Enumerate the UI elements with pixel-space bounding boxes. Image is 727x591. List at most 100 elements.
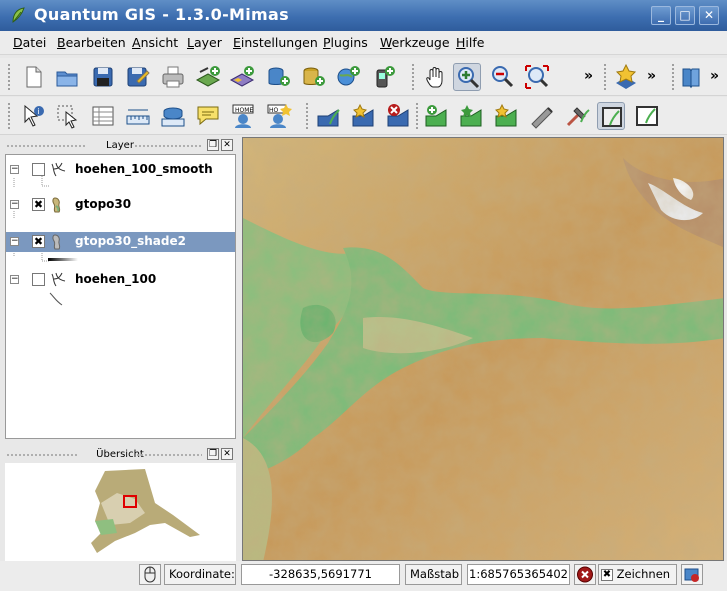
- open-project-icon[interactable]: [53, 63, 81, 91]
- render-toggle[interactable]: ✖ Zeichnen: [598, 564, 677, 585]
- menu-einstellungen[interactable]: Einstellungen: [233, 35, 318, 50]
- layer-row-selected[interactable]: − ✖ gtopo30_shade2: [6, 232, 235, 252]
- select-features-icon[interactable]: [54, 102, 82, 130]
- toolbar-grip[interactable]: [7, 63, 11, 91]
- add-raster-layer-icon[interactable]: [228, 63, 256, 91]
- menu-layer[interactable]: Layer: [187, 35, 222, 50]
- help-contents-icon[interactable]: [677, 63, 705, 91]
- overview-map[interactable]: [5, 463, 236, 561]
- collapse-toggle[interactable]: −: [10, 165, 19, 174]
- show-all-layers-icon[interactable]: [458, 102, 486, 130]
- toolbar-grip[interactable]: [7, 102, 11, 130]
- toolbar-grip[interactable]: [411, 63, 415, 91]
- dock-float-button[interactable]: ❐: [207, 139, 219, 151]
- overview-dock-header: Übersicht ❐ ✕: [4, 447, 236, 463]
- dock-close-button[interactable]: ✕: [221, 139, 233, 151]
- menu-hilfe[interactable]: Hilfe: [456, 35, 484, 50]
- maximize-button[interactable]: □: [675, 6, 695, 25]
- layer-name: gtopo30_shade2: [75, 234, 186, 248]
- new-vector-layer-icon[interactable]: [315, 102, 343, 130]
- layer-panel: − hoehen_100_smooth − ✖ gtopo30 − ✖ gtop…: [5, 154, 236, 439]
- raster-layer-icon: [52, 197, 61, 213]
- map-tips-icon[interactable]: [194, 102, 222, 130]
- measure-area-icon[interactable]: [159, 102, 187, 130]
- coordinate-field[interactable]: -328635,5691771: [241, 564, 400, 585]
- projection-status-icon[interactable]: [681, 564, 703, 585]
- identify-icon[interactable]: i: [19, 102, 47, 130]
- layer-name: gtopo30: [75, 197, 132, 211]
- map-overview-icon[interactable]: [633, 102, 661, 130]
- mouse-icon[interactable]: [139, 564, 161, 585]
- layer-row[interactable]: − hoehen_100: [6, 270, 235, 290]
- layer-visibility-checkbox[interactable]: ✖: [32, 198, 45, 211]
- layer-visibility-checkbox[interactable]: [32, 163, 45, 176]
- menu-bar: Datei Bearbeiten Ansicht Layer Einstellu…: [0, 31, 727, 55]
- add-postgis-layer-icon[interactable]: [264, 63, 292, 91]
- collapse-toggle[interactable]: −: [10, 237, 19, 246]
- menu-plugins[interactable]: Plugins: [323, 35, 368, 50]
- toggle-editing-icon[interactable]: [563, 102, 591, 130]
- add-all-to-overview-icon[interactable]: [423, 102, 451, 130]
- measure-line-icon[interactable]: [124, 102, 152, 130]
- zoom-out-icon[interactable]: [488, 63, 516, 91]
- toolbar-grip[interactable]: [415, 102, 419, 130]
- pan-icon[interactable]: [421, 63, 449, 91]
- toolbar-grip[interactable]: [603, 63, 607, 91]
- scale-field[interactable]: 1:685765365402: [467, 564, 570, 585]
- new-project-icon[interactable]: [19, 63, 47, 91]
- layer-visibility-checkbox[interactable]: ✖: [32, 235, 45, 248]
- new-bookmark-icon[interactable]: [612, 63, 640, 91]
- layer-row[interactable]: − hoehen_100_smooth: [6, 160, 235, 180]
- add-spatialite-layer-icon[interactable]: [299, 63, 327, 91]
- layer-dock-title: Layer: [106, 140, 134, 151]
- overview-alaska-shape: [91, 469, 200, 553]
- print-icon[interactable]: [159, 63, 187, 91]
- minimize-button[interactable]: _: [651, 6, 671, 25]
- layer-name: hoehen_100: [75, 272, 157, 286]
- add-wms-layer-icon[interactable]: [334, 63, 362, 91]
- menu-bearbeiten[interactable]: Bearbeiten: [57, 35, 126, 50]
- close-button[interactable]: ✕: [699, 6, 719, 25]
- dock-close-button[interactable]: ✕: [221, 448, 233, 460]
- attribute-table-icon[interactable]: [89, 102, 117, 130]
- dock-float-button[interactable]: ❐: [207, 448, 219, 460]
- layer-name: hoehen_100_smooth: [75, 162, 213, 176]
- status-bar: Koordinate: -328635,5691771 Maßstab 1:68…: [0, 561, 727, 591]
- home-bookmark-add-icon[interactable]: HO: [264, 102, 292, 130]
- add-vector-layer-icon[interactable]: [194, 63, 222, 91]
- toolbar-overflow[interactable]: »: [710, 68, 719, 84]
- menu-datei[interactable]: Datei: [13, 35, 46, 50]
- window-title: Quantum GIS - 1.3.0-Mimas: [34, 5, 289, 24]
- stop-rendering-icon[interactable]: [574, 564, 596, 585]
- zoom-in-icon[interactable]: [453, 63, 481, 91]
- collapse-toggle[interactable]: −: [10, 200, 19, 209]
- shade-legend-ramp: [48, 258, 78, 261]
- toolbar-main: » » »: [0, 58, 727, 96]
- layer-visibility-checkbox[interactable]: [32, 273, 45, 286]
- toggle-overview-icon[interactable]: [350, 102, 378, 130]
- save-as-icon[interactable]: [123, 63, 151, 91]
- terrain-map: [243, 138, 723, 560]
- toolbar-grip[interactable]: [305, 102, 309, 130]
- menu-werkzeuge[interactable]: Werkzeuge: [380, 35, 450, 50]
- toolbar-overflow[interactable]: »: [584, 68, 593, 84]
- zoom-full-icon[interactable]: [523, 63, 551, 91]
- scale-label: Maßstab: [405, 564, 462, 585]
- collapse-toggle[interactable]: −: [10, 275, 19, 284]
- svg-text:HO: HO: [269, 107, 279, 114]
- hide-all-layers-icon[interactable]: [493, 102, 521, 130]
- menu-ansicht[interactable]: Ansicht: [132, 35, 178, 50]
- in-overview-icon[interactable]: [597, 102, 625, 130]
- remove-layer-icon[interactable]: [385, 102, 413, 130]
- qgis-logo-icon: [12, 7, 25, 23]
- svg-text:HOME: HOME: [235, 107, 253, 114]
- render-checkbox[interactable]: ✖: [601, 568, 613, 581]
- save-project-icon[interactable]: [89, 63, 117, 91]
- layer-row[interactable]: − ✖ gtopo30: [6, 195, 235, 215]
- toolbar-grip[interactable]: [671, 63, 675, 91]
- home-bookmark-icon[interactable]: HOME: [229, 102, 257, 130]
- add-gps-layer-icon[interactable]: [369, 63, 397, 91]
- toolbar-overflow[interactable]: »: [647, 68, 656, 84]
- capture-point-icon[interactable]: [528, 102, 556, 130]
- map-canvas[interactable]: [242, 137, 724, 561]
